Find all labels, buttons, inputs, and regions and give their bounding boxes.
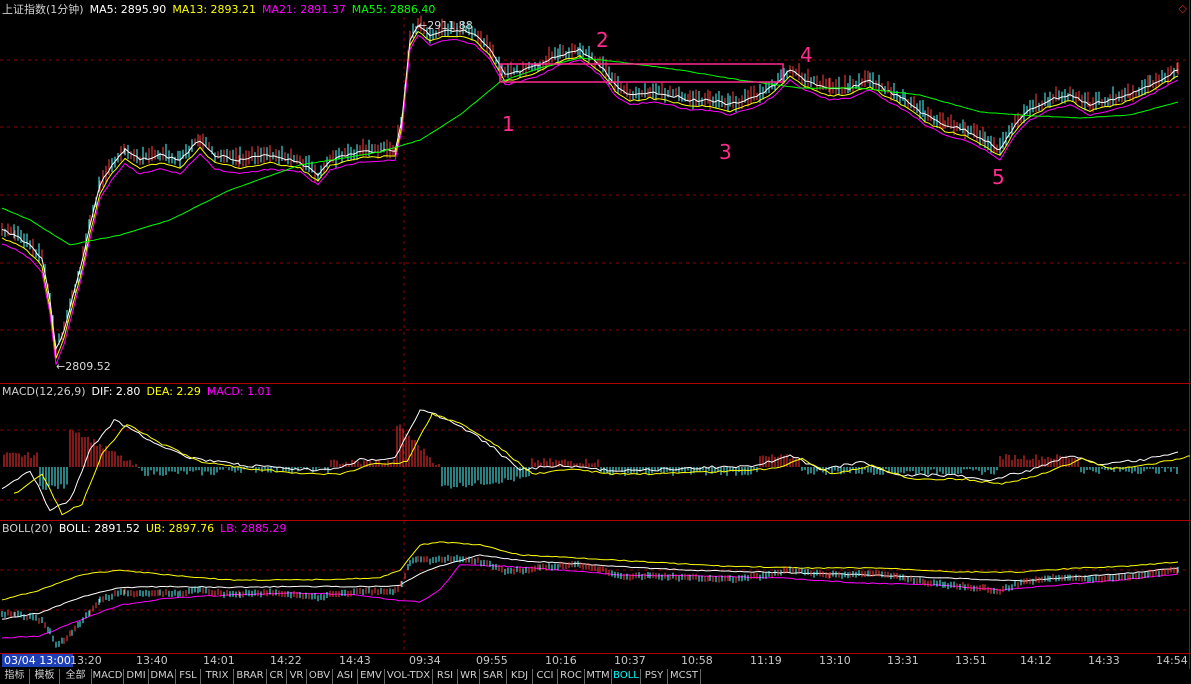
low-price-label: ←2809.52 bbox=[56, 360, 111, 373]
time-tick: 14:54 bbox=[1156, 654, 1188, 667]
time-tick: 13:51 bbox=[955, 654, 987, 667]
tab-fsl[interactable]: FSL bbox=[176, 669, 201, 684]
indicator-tab-bar: 指标 模板 全部 MACD DMI DMA FSL TRIX BRAR CR V… bbox=[0, 669, 1191, 684]
tab-obv[interactable]: OBV bbox=[307, 669, 333, 684]
high-price-label: ←2911.88 bbox=[418, 19, 473, 32]
tab-mtm[interactable]: MTM bbox=[585, 669, 612, 684]
time-tick: 13:31 bbox=[887, 654, 919, 667]
tab-macd[interactable]: MACD bbox=[92, 669, 124, 684]
time-tick: 09:34 bbox=[409, 654, 441, 667]
time-tick: 14:12 bbox=[1020, 654, 1052, 667]
tab-psy[interactable]: PSY bbox=[641, 669, 668, 684]
time-tick: 14:43 bbox=[339, 654, 371, 667]
tab-indicator[interactable]: 指标 bbox=[0, 669, 30, 684]
boll-mid-line bbox=[1, 554, 1179, 620]
time-tick: 09:55 bbox=[476, 654, 508, 667]
tab-mcst[interactable]: MCST bbox=[668, 669, 701, 684]
time-tick: 14:33 bbox=[1088, 654, 1120, 667]
tab-dma[interactable]: DMA bbox=[149, 669, 176, 684]
tab-asi[interactable]: ASI bbox=[333, 669, 358, 684]
tab-dmi[interactable]: DMI bbox=[124, 669, 149, 684]
tab-rsi[interactable]: RSI bbox=[433, 669, 458, 684]
tab-template[interactable]: 模板 bbox=[30, 669, 60, 684]
tab-cr[interactable]: CR bbox=[267, 669, 287, 684]
time-tick: 11:19 bbox=[750, 654, 782, 667]
tab-all[interactable]: 全部 bbox=[60, 669, 92, 684]
tab-roc[interactable]: ROC bbox=[558, 669, 585, 684]
chart-canvas bbox=[0, 0, 1191, 669]
time-tick: 14:01 bbox=[203, 654, 235, 667]
tab-boll[interactable]: BOLL bbox=[612, 669, 641, 684]
tab-cci[interactable]: CCI bbox=[533, 669, 558, 684]
ma21-line bbox=[1, 34, 1179, 365]
annotation-box bbox=[499, 63, 784, 83]
tab-brar[interactable]: BRAR bbox=[234, 669, 267, 684]
high-price-value: 2911.88 bbox=[427, 19, 473, 32]
tab-kdj[interactable]: KDJ bbox=[507, 669, 533, 684]
annotation-1: 1 bbox=[502, 112, 515, 136]
time-tick: 13:40 bbox=[136, 654, 168, 667]
macd-dea-line bbox=[13, 412, 1191, 516]
macd-dif-line bbox=[1, 409, 1179, 512]
low-price-arrow: ← bbox=[56, 360, 66, 373]
tab-wr[interactable]: WR bbox=[458, 669, 480, 684]
low-price-value: 2809.52 bbox=[65, 360, 111, 373]
time-tick: 10:37 bbox=[614, 654, 646, 667]
time-tick: 13:20 bbox=[70, 654, 102, 667]
tab-vol-tdx[interactable]: VOL-TDX bbox=[385, 669, 433, 684]
annotation-2: 2 bbox=[596, 28, 609, 52]
time-tick: 14:22 bbox=[270, 654, 302, 667]
tab-vr[interactable]: VR bbox=[287, 669, 307, 684]
high-price-arrow: ← bbox=[418, 19, 428, 32]
time-tick: 10:16 bbox=[545, 654, 577, 667]
time-tick: 10:58 bbox=[681, 654, 713, 667]
tab-trix[interactable]: TRIX bbox=[201, 669, 234, 684]
date-badge: 03/04 13:00 bbox=[2, 654, 73, 667]
tab-emv[interactable]: EMV bbox=[358, 669, 385, 684]
annotation-4: 4 bbox=[800, 43, 813, 67]
annotation-3: 3 bbox=[719, 140, 732, 164]
time-tick: 13:10 bbox=[819, 654, 851, 667]
annotation-5: 5 bbox=[992, 165, 1005, 189]
tab-sar[interactable]: SAR bbox=[480, 669, 507, 684]
